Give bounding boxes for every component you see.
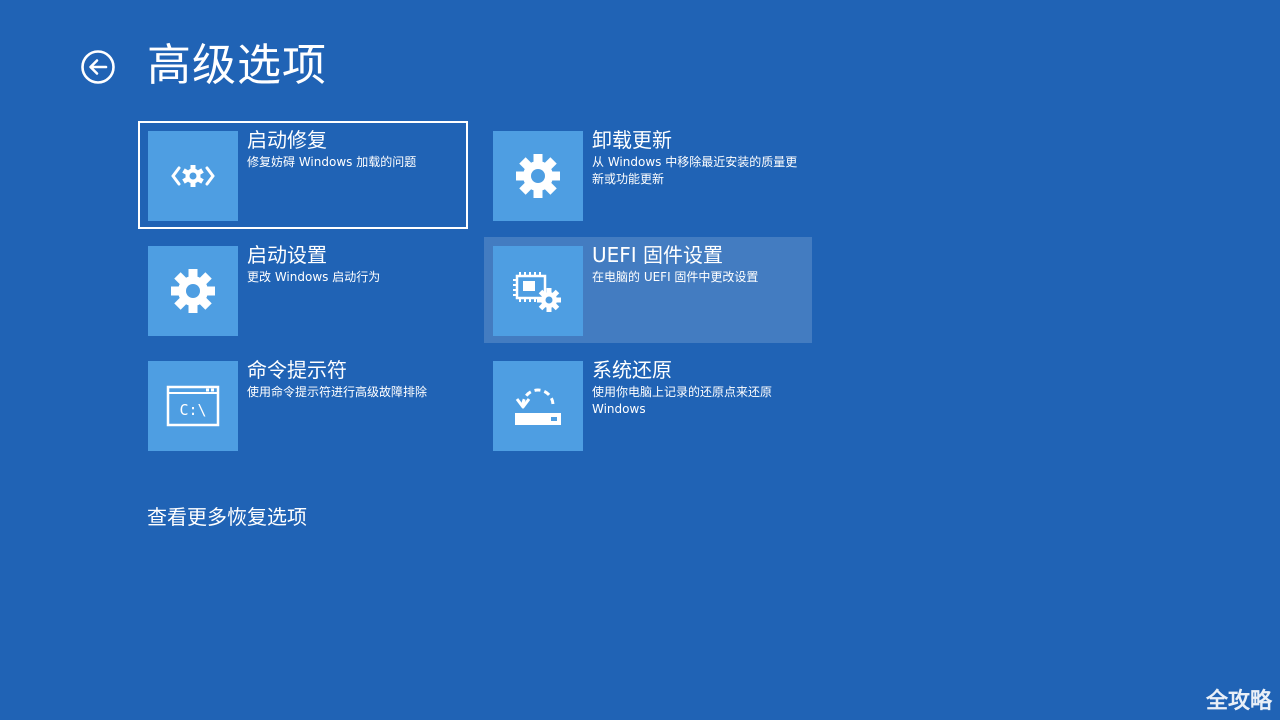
option-title: 启动设置 [247,243,327,267]
option-description: 使用你电脑上记录的还原点来还原 Windows [592,385,773,416]
option-uefi-firmware-settings[interactable]: UEFI 固件设置 在电脑的 UEFI 固件中更改设置 [484,237,812,343]
command-prompt-icon-text: C:\ [179,401,206,419]
back-button[interactable] [80,49,116,85]
option-uninstall-updates[interactable]: 卸载更新 从 Windows 中移除最近安装的质量更新或功能更新 [484,122,812,228]
option-description: 更改 Windows 启动行为 [247,270,381,284]
option-title: 启动修复 [247,128,327,152]
option-title: 卸载更新 [592,128,672,152]
page-title: 高级选项 [147,40,327,91]
option-description: 在电脑的 UEFI 固件中更改设置 [592,270,759,284]
option-system-restore[interactable]: 系统还原 使用你电脑上记录的还原点来还原 Windows [484,352,812,458]
option-title: 命令提示符 [247,358,347,382]
command-prompt-icon: C:\ [148,361,238,451]
option-title: 系统还原 [592,358,672,382]
system-restore-icon [493,361,583,451]
option-startup-repair[interactable]: 启动修复 修复妨碍 Windows 加载的问题 [138,121,468,229]
startup-repair-icon [148,131,238,221]
firmware-chip-icon [493,246,583,336]
option-description: 修复妨碍 Windows 加载的问题 [247,155,417,169]
back-arrow-icon [81,50,115,84]
watermark-logo: 全攻略 [1205,689,1272,714]
advanced-options-screen: 高级选项 启动修复 修复妨碍 Windows 加载的问题 卸载更新 从 Wind… [0,0,1280,720]
gear-icon [148,246,238,336]
option-description: 使用命令提示符进行高级故障排除 [247,385,428,399]
option-description: 从 Windows 中移除最近安装的质量更新或功能更新 [592,155,798,186]
option-command-prompt[interactable]: C:\ 命令提示符 使用命令提示符进行高级故障排除 [139,352,467,458]
option-startup-settings[interactable]: 启动设置 更改 Windows 启动行为 [139,237,467,343]
option-title: UEFI 固件设置 [592,243,724,267]
more-recovery-options-link[interactable]: 查看更多恢复选项 [147,502,307,532]
gear-icon [493,131,583,221]
